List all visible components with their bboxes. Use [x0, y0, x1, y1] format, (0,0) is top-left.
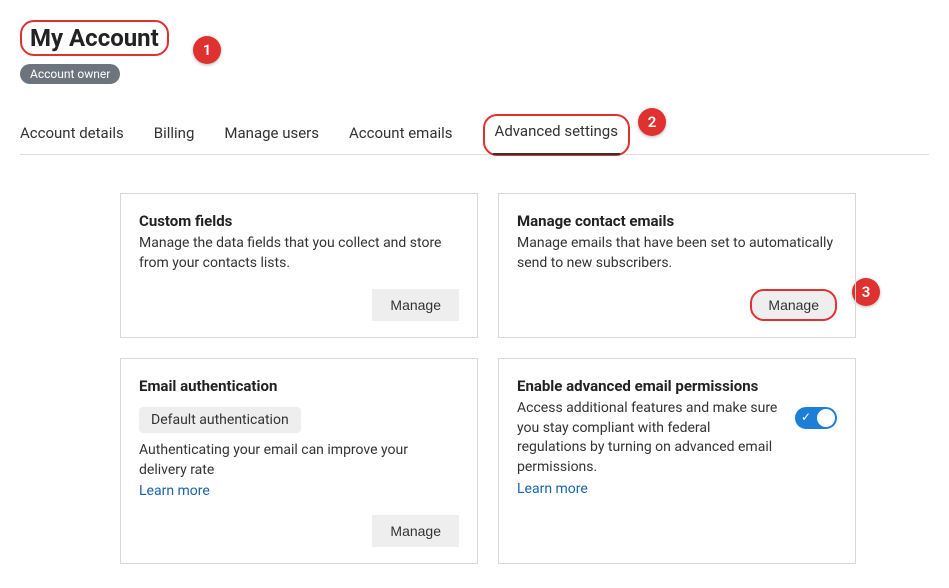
toggle-knob: [817, 409, 835, 427]
annotation-3: 3: [852, 278, 880, 306]
card-advanced-permissions: Enable advanced email permissions Access…: [498, 358, 856, 564]
tab-manage-users[interactable]: Manage users: [224, 114, 319, 154]
auth-status-pill: Default authentication: [139, 407, 301, 433]
advanced-permissions-toggle[interactable]: ✓: [795, 407, 837, 429]
learn-more-link[interactable]: Learn more: [139, 483, 210, 499]
card-desc: Manage emails that have been set to auto…: [517, 234, 837, 273]
manage-email-auth-button[interactable]: Manage: [372, 515, 459, 547]
tab-account-emails[interactable]: Account emails: [349, 114, 453, 154]
tab-bar: Account details Billing Manage users Acc…: [20, 114, 929, 155]
checkmark-icon: ✓: [801, 410, 811, 424]
card-contact-emails: Manage contact emails Manage emails that…: [498, 193, 856, 338]
card-desc: Authenticating your email can improve yo…: [139, 441, 459, 480]
page-title: My Account: [20, 20, 169, 56]
cards-container: Custom fields Manage the data fields tha…: [20, 193, 929, 564]
card-title: Manage contact emails: [517, 212, 837, 230]
learn-more-link[interactable]: Learn more: [517, 481, 588, 497]
card-title: Custom fields: [139, 212, 459, 230]
card-custom-fields: Custom fields Manage the data fields tha…: [120, 193, 478, 338]
tab-advanced-settings[interactable]: Advanced settings: [483, 114, 630, 156]
tab-account-details[interactable]: Account details: [20, 114, 124, 154]
page-header: My Account 1 Account owner 2 3: [20, 20, 929, 84]
owner-badge: Account owner: [20, 64, 120, 84]
tab-billing[interactable]: Billing: [154, 114, 195, 154]
card-desc: Access additional features and make sure…: [517, 399, 783, 477]
manage-custom-fields-button[interactable]: Manage: [372, 289, 459, 321]
card-email-authentication: Email authentication Default authenticat…: [120, 358, 478, 564]
card-title: Email authentication: [139, 377, 459, 395]
card-title: Enable advanced email permissions: [517, 377, 783, 395]
manage-contact-emails-button[interactable]: Manage: [750, 289, 837, 321]
annotation-1: 1: [193, 36, 221, 64]
card-desc: Manage the data fields that you collect …: [139, 234, 459, 273]
